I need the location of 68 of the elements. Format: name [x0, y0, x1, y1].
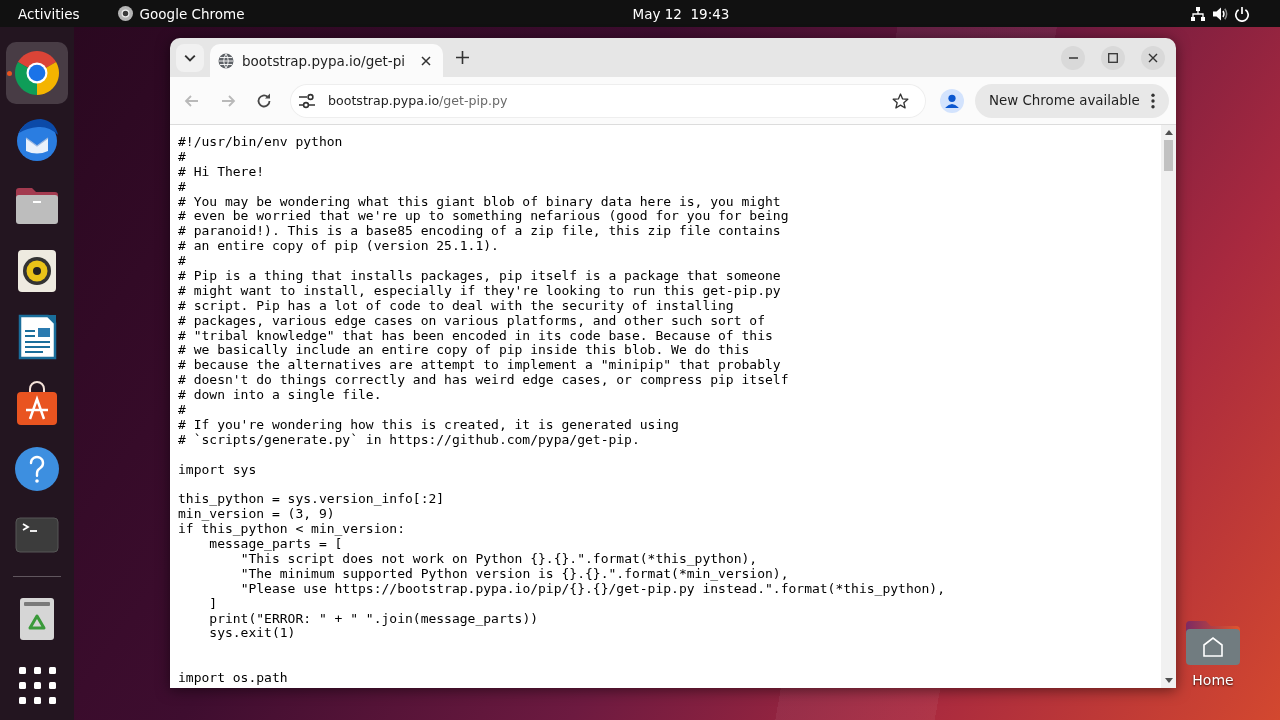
- volume-icon: [1212, 5, 1228, 22]
- code-line: print("ERROR: " + " ".join(message_parts)): [209, 610, 539, 626]
- code-line: # paranoid!). This is a base85 encoding of a zip file, this zip file contains: [178, 223, 781, 239]
- minimize-button[interactable]: [1061, 45, 1085, 70]
- close-button[interactable]: [1141, 45, 1165, 70]
- power-icon: [1234, 5, 1250, 22]
- code-line: # If you're wondering how this is created, it is generated using: [178, 416, 679, 432]
- clock-button[interactable]: May 12 19:43: [624, 0, 738, 27]
- code-line: # might want to install, especially if they're looking to run this get-pip.py: [178, 282, 781, 298]
- code-line: # down into a single file.: [178, 387, 382, 403]
- network-icon: [1190, 5, 1206, 22]
- code-line: # even be worried that we're up to something nefarious (good for you for being: [178, 208, 789, 224]
- code-line: # Pip is a thing that installs packages, pip itself is a package that someone: [178, 268, 781, 283]
- close-icon: [1148, 52, 1158, 63]
- plus-icon: [455, 51, 469, 64]
- code-line: sys.exit(1): [209, 625, 296, 641]
- code-line: #!/usr/bin/env python: [178, 134, 343, 149]
- code-line: # "tribal knowledge" that has been encoded in its code base. Because of this: [178, 327, 773, 343]
- caret-icon: [184, 53, 196, 62]
- app-menu-button[interactable]: Google Chrome: [109, 0, 253, 27]
- person-icon: [940, 88, 964, 113]
- url-text: bootstrap.pypa.io/get-pip.py: [328, 93, 509, 108]
- tune-icon[interactable]: [298, 92, 316, 109]
- browser-icon: [13, 49, 61, 97]
- dock-launcher[interactable]: [6, 42, 68, 104]
- scrollbar[interactable]: [1161, 125, 1176, 688]
- scrollbar-thumb[interactable]: [1164, 140, 1173, 171]
- code-line: # an entire copy of pip (version 25.1.1).: [178, 238, 499, 254]
- address-bar[interactable]: bootstrap.pypa.io/get-pip.py: [290, 83, 926, 118]
- browser-tab[interactable]: bootstrap.pypa.io/get-pi: [210, 44, 443, 77]
- code-line: # because the alternatives are attempt to implement a "minipip" that probably: [178, 357, 781, 373]
- code-line: ]: [209, 595, 218, 611]
- code-line: message_parts = [: [209, 536, 343, 552]
- code-line: import os.path: [178, 670, 288, 686]
- down-triangle-icon: [1164, 678, 1173, 683]
- up-triangle-icon: [1164, 130, 1173, 135]
- code-line: #: [178, 253, 186, 269]
- maximize-icon: [1108, 52, 1118, 63]
- activities-button[interactable]: Activities: [10, 0, 88, 27]
- more-icon[interactable]: [1150, 92, 1155, 109]
- code-line: # `scripts/generate.py` in https://github.com/pypa/get-pip.: [178, 431, 640, 447]
- code-line: # Hi There!: [178, 163, 265, 179]
- tab-title: bootstrap.pypa.io/get-pi: [242, 52, 406, 69]
- code-line: # we basically include an entire copy of pip inside this blob. We do this: [178, 342, 750, 358]
- code-line: "The minimum supported Python version is {}.{}.".format(*min_version),: [240, 565, 789, 581]
- code-line: min_version = (3, 9): [178, 506, 335, 522]
- code-line: #: [178, 402, 186, 418]
- browser-icon: [117, 6, 133, 21]
- desktop-folder[interactable]: Home: [1178, 616, 1248, 688]
- tab-search-button[interactable]: [176, 43, 204, 72]
- code-line: "This script does not work on Python {}.{}.".format(*this_python),: [240, 550, 758, 566]
- update-button[interactable]: New Chrome available: [975, 83, 1169, 118]
- code-line: #: [178, 148, 186, 164]
- help-icon: [13, 445, 61, 493]
- star-icon[interactable]: [892, 92, 909, 109]
- code-line: # doesn't do things correctly and has weird edge cases, or compress pip itself: [178, 372, 789, 388]
- code-line: "Please use https://bootstrap.pypa.io/pip/{}.{}/get-pip.py instead.".format(*this_python),: [240, 580, 946, 596]
- maximize-button[interactable]: [1101, 45, 1125, 70]
- code-line: import sys: [178, 461, 257, 477]
- code-line: # script. Pip has a lot of code to deal with the security of installing: [178, 297, 734, 313]
- code-line: if this_python < min_version:: [178, 521, 405, 537]
- close-icon: [421, 55, 431, 66]
- code-line: #: [178, 178, 186, 194]
- minimize-icon: [1068, 56, 1078, 59]
- code-line: # packages, various edge cases on various platforms, and other such sort of: [178, 312, 765, 328]
- globe-icon: [218, 52, 234, 69]
- code-line: this_python = sys.version_info[:2]: [178, 491, 445, 507]
- code-line: # You may be wondering what this giant blob of binary data here is, you might: [178, 193, 781, 209]
